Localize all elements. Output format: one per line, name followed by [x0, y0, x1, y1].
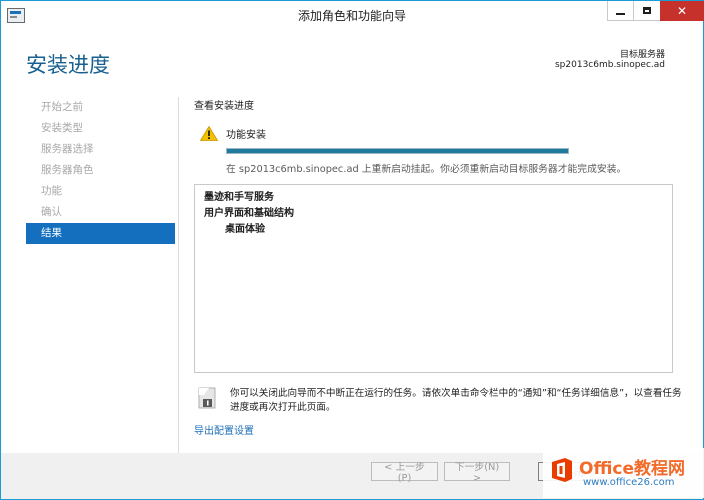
nav-item-before-you-begin[interactable]: 开始之前: [26, 97, 175, 118]
flag-note-icon: [198, 387, 216, 409]
export-configuration-link[interactable]: 导出配置设置: [194, 422, 254, 437]
feature-installation-label: 功能安装: [226, 130, 266, 141]
wizard-window: 添加角色和功能向导 ✕ 安装进度 目标服务器 sp2013c6mb.sinope…: [0, 0, 704, 500]
maximize-icon: [643, 7, 651, 14]
previous-button[interactable]: < 上一步(P): [371, 462, 438, 484]
nav-item-results[interactable]: 结果: [26, 223, 175, 244]
nav-item-installation-type[interactable]: 安装类型: [26, 118, 175, 139]
restart-pending-status: 在 sp2013c6mb.sinopec.ad 上重新启动挂起。你必须重新启动目…: [226, 164, 627, 175]
results-list[interactable]: 墨迹和手写服务 用户界面和基础结构 桌面体验: [194, 184, 673, 373]
nav-item-server-selection[interactable]: 服务器选择: [26, 139, 175, 160]
minimize-icon: [616, 12, 625, 15]
close-icon: ✕: [676, 4, 688, 18]
section-label: 查看安装进度: [194, 101, 254, 112]
target-server-name: sp2013c6mb.sinopec.ad: [554, 60, 665, 70]
background-task-note: 你可以关闭此向导而不中断正在运行的任务。请依次单击命令栏中的“通知”和“任务详细…: [230, 388, 682, 413]
window-title: 添加角色和功能向导: [297, 9, 406, 23]
office-logo-icon: [552, 458, 572, 482]
title-bar[interactable]: 添加角色和功能向导 ✕: [1, 1, 704, 29]
wizard-steps-nav: 开始之前 安装类型 服务器选择 服务器角色 功能 确认 结果: [26, 97, 175, 244]
nav-divider: [178, 97, 179, 453]
office26-watermark: Office教程网 www.office26.com: [543, 448, 704, 498]
target-server-label: 目标服务器: [619, 50, 665, 60]
progress-fill: [227, 149, 568, 153]
installation-progress-bar: [226, 148, 569, 154]
minimize-button[interactable]: [607, 1, 633, 21]
watermark-brand: Office教程网: [579, 459, 686, 479]
list-item: 桌面体验: [225, 224, 265, 235]
maximize-button[interactable]: [633, 1, 660, 21]
list-item: 用户界面和基础结构: [204, 208, 294, 219]
list-item: 墨迹和手写服务: [204, 192, 274, 203]
watermark-url: www.office26.com: [583, 477, 675, 488]
nav-item-server-roles[interactable]: 服务器角色: [26, 160, 175, 181]
warning-icon: [200, 126, 218, 141]
nav-item-features[interactable]: 功能: [26, 181, 175, 202]
page-title: 安装进度: [26, 53, 110, 77]
next-button[interactable]: 下一步(N) >: [444, 462, 510, 484]
nav-item-confirmation[interactable]: 确认: [26, 202, 175, 223]
close-window-button[interactable]: ✕: [660, 1, 704, 21]
